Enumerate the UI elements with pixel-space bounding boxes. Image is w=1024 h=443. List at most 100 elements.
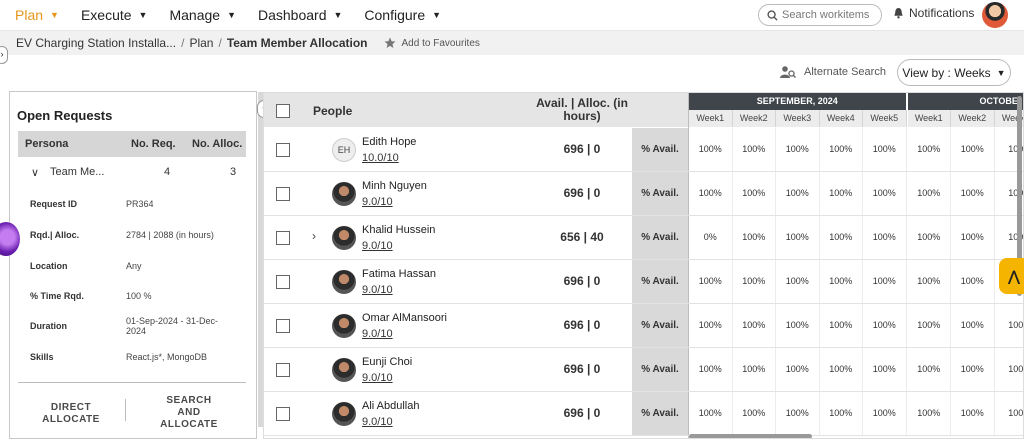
view-by-dropdown[interactable]: View by : Weeks ▼ <box>897 59 1011 86</box>
table-row[interactable]: Eunji Choi 9.0/10 696 | 0% Avail. 100% 100% 1… <box>264 348 1023 392</box>
person-name[interactable]: Fatima Hassan <box>362 268 436 280</box>
person-hours-link[interactable]: 9.0/10 <box>362 240 393 252</box>
search-and-allocate-button[interactable]: SEARCH AND ALLOCATE <box>155 395 223 431</box>
week-availability-cell[interactable]: 100% <box>733 392 776 435</box>
week-availability-cell[interactable]: 100% <box>951 128 995 171</box>
alternate-search-button[interactable]: Alternate Search <box>780 65 886 79</box>
quick-action-icon[interactable]: ⋀ <box>999 258 1024 294</box>
week-availability-cell[interactable]: 100% <box>820 172 863 215</box>
person-hours-link[interactable]: 9.0/10 <box>362 416 393 428</box>
person-hours-link[interactable]: 9.0/10 <box>362 284 393 296</box>
week-availability-cell[interactable]: 100% <box>908 392 951 435</box>
person-hours-link[interactable]: 9.0/10 <box>362 328 393 340</box>
chevron-down-icon[interactable]: ∨ <box>31 166 39 179</box>
week-availability-cell[interactable]: 100% <box>689 172 733 215</box>
side-expand-icon[interactable]: › <box>0 46 8 64</box>
person-hours-link[interactable]: 9.0/10 <box>362 372 393 384</box>
horizontal-scrollbar[interactable] <box>689 434 812 438</box>
table-row[interactable]: Fatima Hassan 9.0/10 696 | 0% Avail. 100% 10… <box>264 260 1023 304</box>
chevron-right-icon[interactable]: › <box>312 229 316 243</box>
week-availability-cell[interactable]: 100% <box>820 392 863 435</box>
table-row[interactable]: Ali Abdullah 9.0/10 696 | 0% Avail. 100% 100… <box>264 392 1023 436</box>
week-availability-cell[interactable]: 100 <box>995 304 1023 347</box>
week-availability-cell[interactable]: 100% <box>951 304 995 347</box>
week-availability-cell[interactable]: 100% <box>863 172 907 215</box>
week-availability-cell[interactable]: 100% <box>689 304 733 347</box>
person-name[interactable]: Minh Nguyen <box>362 180 427 192</box>
table-row[interactable]: › Khalid Hussein 9.0/10 656 | 40% Avail. 0% 1… <box>264 216 1023 260</box>
week-availability-cell[interactable]: 100% <box>908 172 951 215</box>
week-availability-cell[interactable]: 100% <box>689 392 733 435</box>
week-availability-cell[interactable]: 100% <box>863 216 907 259</box>
week-availability-cell[interactable]: 100% <box>951 392 995 435</box>
nav-execute[interactable]: Execute ▼ <box>81 7 148 23</box>
week-availability-cell[interactable]: 100% <box>951 348 995 391</box>
week-availability-cell[interactable]: 100% <box>951 172 995 215</box>
week-availability-cell[interactable]: 100% <box>733 216 776 259</box>
week-availability-cell[interactable]: 100% <box>863 128 907 171</box>
week-availability-cell[interactable]: 100% <box>951 216 995 259</box>
week-availability-cell[interactable]: 100% <box>820 128 863 171</box>
week-availability-cell[interactable]: 100% <box>776 216 820 259</box>
week-availability-cell[interactable]: 100% <box>689 260 733 303</box>
week-availability-cell[interactable]: 100% <box>908 216 951 259</box>
week-availability-cell[interactable]: 100% <box>733 260 776 303</box>
row-checkbox[interactable] <box>276 143 290 157</box>
row-checkbox[interactable] <box>276 319 290 333</box>
week-availability-cell[interactable]: 100% <box>951 260 995 303</box>
person-hours-link[interactable]: 10.0/10 <box>362 152 399 164</box>
week-availability-cell[interactable]: 100% <box>908 304 951 347</box>
table-row[interactable]: Omar AlMansoori 9.0/10 696 | 0% Avail. 100%… <box>264 304 1023 348</box>
week-availability-cell[interactable]: 100% <box>820 348 863 391</box>
nav-manage[interactable]: Manage ▼ <box>169 7 236 23</box>
week-availability-cell[interactable]: 100% <box>863 304 907 347</box>
week-availability-cell[interactable]: 100% <box>776 172 820 215</box>
week-availability-cell[interactable]: 100 <box>995 392 1023 435</box>
week-availability-cell[interactable]: 100% <box>689 348 733 391</box>
person-name[interactable]: Omar AlMansoori <box>362 312 447 324</box>
week-availability-cell[interactable]: 100% <box>776 260 820 303</box>
user-avatar[interactable] <box>982 2 1008 28</box>
person-name[interactable]: Khalid Hussein <box>362 224 435 236</box>
week-availability-cell[interactable]: 100% <box>908 260 951 303</box>
week-availability-cell[interactable]: 100% <box>776 304 820 347</box>
nav-dashboard[interactable]: Dashboard ▼ <box>258 7 342 23</box>
row-checkbox[interactable] <box>276 275 290 289</box>
nav-plan[interactable]: Plan ▼ <box>15 7 59 23</box>
person-hours-link[interactable]: 9.0/10 <box>362 196 393 208</box>
week-availability-cell[interactable]: 100% <box>863 392 907 435</box>
week-availability-cell[interactable]: 100% <box>733 348 776 391</box>
week-availability-cell[interactable]: 100% <box>908 128 951 171</box>
search-workitems-input[interactable]: Search workitems <box>758 4 882 26</box>
person-name[interactable]: Eunji Choi <box>362 356 412 368</box>
week-availability-cell[interactable]: 100% <box>820 260 863 303</box>
table-row[interactable]: EH Edith Hope 10.0/10 696 | 0% Avail. 100% 10… <box>264 128 1023 172</box>
week-availability-cell[interactable]: 100% <box>689 128 733 171</box>
week-availability-cell[interactable]: 0% <box>689 216 733 259</box>
week-availability-cell[interactable]: 100% <box>776 392 820 435</box>
week-availability-cell[interactable]: 100% <box>776 128 820 171</box>
row-checkbox[interactable] <box>276 407 290 421</box>
person-name[interactable]: Edith Hope <box>362 136 416 148</box>
table-row[interactable]: Minh Nguyen 9.0/10 696 | 0% Avail. 100% 100%… <box>264 172 1023 216</box>
week-availability-cell[interactable]: 100% <box>776 348 820 391</box>
row-checkbox[interactable] <box>276 231 290 245</box>
week-availability-cell[interactable]: 100 <box>995 348 1023 391</box>
week-availability-cell[interactable]: 100% <box>820 304 863 347</box>
week-availability-cell[interactable]: 100% <box>733 128 776 171</box>
week-availability-cell[interactable]: 100% <box>908 348 951 391</box>
select-all-checkbox[interactable] <box>276 104 290 118</box>
direct-allocate-button[interactable]: DIRECT ALLOCATE <box>38 402 104 426</box>
row-checkbox[interactable] <box>276 363 290 377</box>
breadcrumb-section[interactable]: Plan <box>189 36 213 50</box>
add-to-favourites-button[interactable]: Add to Favourites <box>384 37 480 49</box>
row-checkbox[interactable] <box>276 187 290 201</box>
notifications-button[interactable]: Notifications <box>893 6 974 20</box>
week-availability-cell[interactable]: 100% <box>733 304 776 347</box>
week-availability-cell[interactable]: 100% <box>863 348 907 391</box>
breadcrumb-project[interactable]: EV Charging Station Installa... <box>16 36 176 50</box>
persona-row[interactable]: ∨ Team Me... 4 3 <box>18 157 246 187</box>
week-availability-cell[interactable]: 100% <box>733 172 776 215</box>
week-availability-cell[interactable]: 100% <box>863 260 907 303</box>
week-availability-cell[interactable]: 100% <box>820 216 863 259</box>
